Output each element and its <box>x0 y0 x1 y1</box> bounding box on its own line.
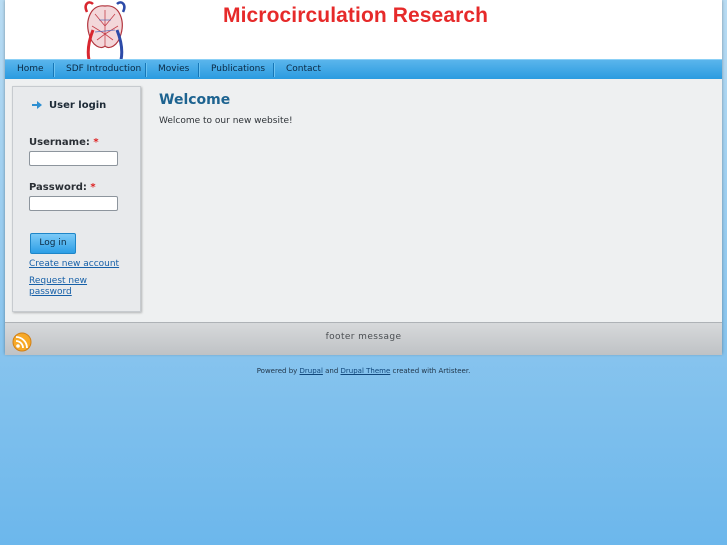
request-password-link[interactable]: Request new password <box>29 276 87 298</box>
login-title: User login <box>49 100 107 111</box>
site-title[interactable]: Microcirculation Research <box>223 4 488 28</box>
site-header: Microcirculation Research <box>5 0 722 60</box>
nav-item-publications[interactable]: Publications <box>211 60 265 79</box>
drupal-theme-link[interactable]: Drupal Theme <box>341 367 391 375</box>
password-input[interactable] <box>29 196 118 211</box>
required-mark: * <box>93 137 99 148</box>
powered-by-credits: Powered by Drupal and Drupal Theme creat… <box>0 367 727 375</box>
nav-item-sdf-introduction[interactable]: SDF Introduction <box>66 60 141 79</box>
nav-separator <box>53 63 55 77</box>
microcirculation-logo-icon[interactable] <box>77 0 133 60</box>
nav-separator <box>273 63 275 77</box>
create-account-link[interactable]: Create new account <box>29 259 119 270</box>
nav-item-contact[interactable]: Contact <box>286 60 321 79</box>
page-sheet: Microcirculation Research Home SDF Intro… <box>5 0 722 355</box>
user-login-block: User login Username: * Password: * Log i… <box>12 86 141 312</box>
username-label-text: Username: <box>29 137 90 148</box>
footer-message: footer message <box>325 332 402 342</box>
credits-prefix: Powered by <box>256 367 300 375</box>
request-password-line1[interactable]: Request new <box>29 276 87 286</box>
password-label-text: Password: <box>29 182 87 193</box>
username-label: Username: * <box>29 137 99 148</box>
content-area: User login Username: * Password: * Log i… <box>5 79 722 322</box>
username-input[interactable] <box>29 151 118 166</box>
credits-and: and <box>322 367 341 375</box>
password-label: Password: * <box>29 182 96 193</box>
nav-separator <box>198 63 200 77</box>
welcome-text: Welcome to our new website! <box>159 116 293 126</box>
nav-separator <box>145 63 147 77</box>
page-title: Welcome <box>159 92 231 108</box>
nav-item-home[interactable]: Home <box>17 60 44 79</box>
login-button[interactable]: Log in <box>30 233 76 254</box>
drupal-link[interactable]: Drupal <box>300 367 323 375</box>
request-password-line2[interactable]: password <box>29 287 72 297</box>
required-mark: * <box>90 182 96 193</box>
site-footer: footer message <box>5 322 722 355</box>
arrow-right-icon <box>32 101 42 109</box>
credits-suffix: created with Artisteer. <box>390 367 471 375</box>
main-nav: Home SDF Introduction Movies Publication… <box>5 59 722 79</box>
nav-item-movies[interactable]: Movies <box>158 60 189 79</box>
